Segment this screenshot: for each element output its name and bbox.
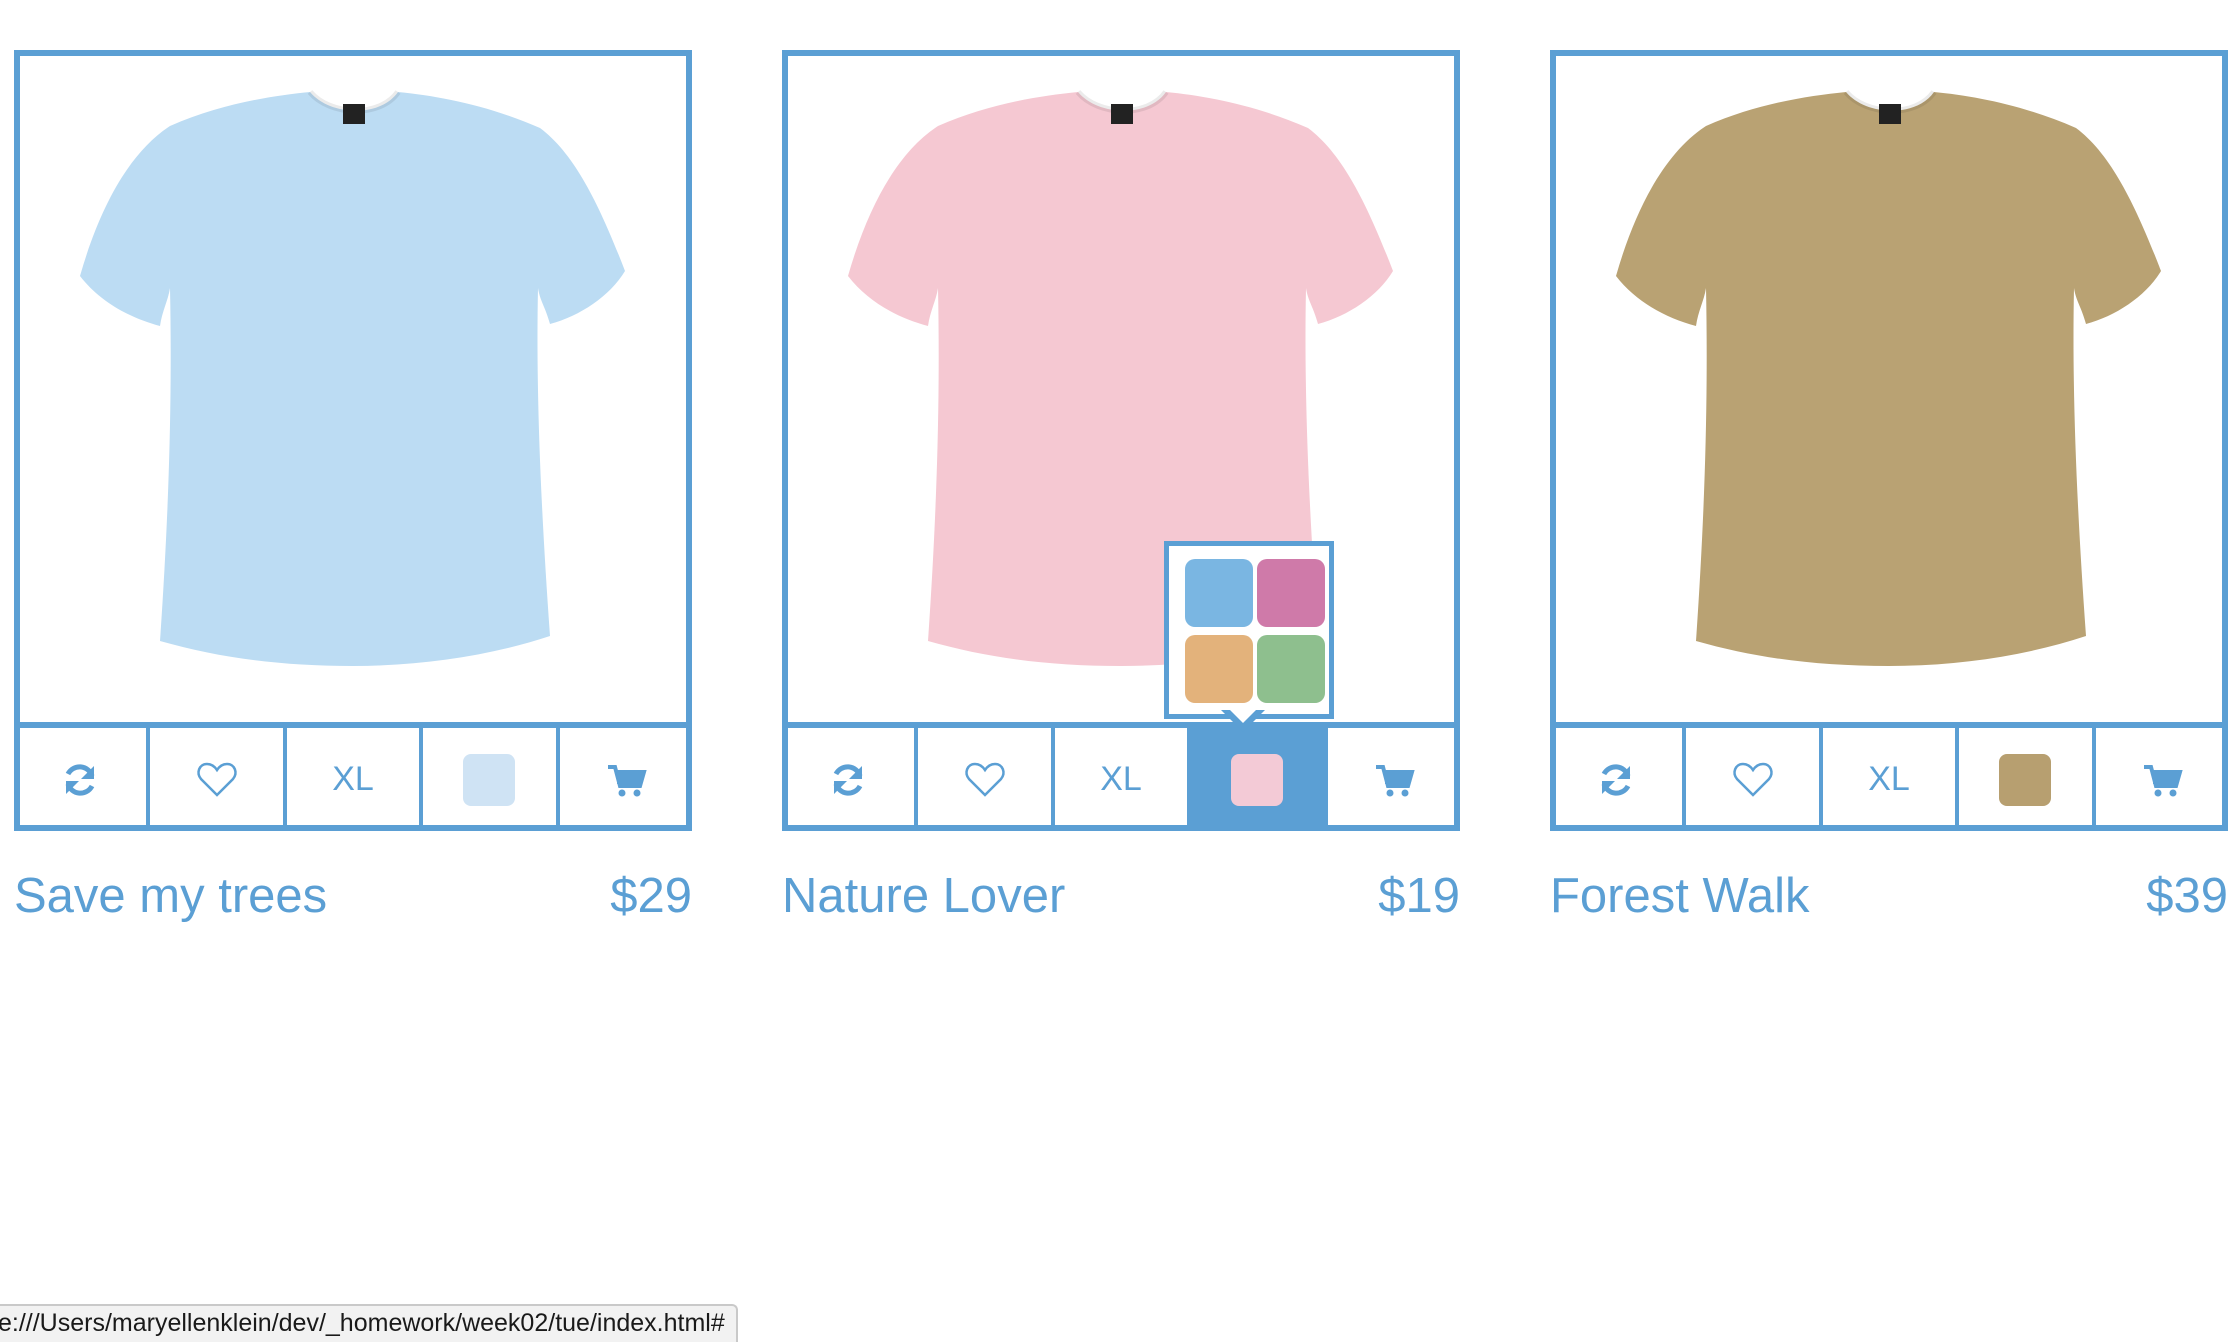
product-price: $39 — [2146, 869, 2228, 923]
refresh-button[interactable] — [14, 728, 151, 831]
heart-icon — [1732, 762, 1773, 797]
refresh-icon — [65, 763, 95, 796]
color-swatch — [1999, 753, 2052, 806]
product-toolbar: XL — [1550, 722, 2228, 831]
status-url: e:///Users/maryellenklein/dev/_homework/… — [0, 1309, 725, 1337]
product-toolbar: XL — [14, 722, 692, 831]
product-image[interactable] — [788, 56, 1454, 722]
page: XL Save my trees $29 XL Nature Lover $19… — [0, 0, 2240, 1342]
favorite-button[interactable] — [918, 728, 1055, 831]
favorite-button[interactable] — [150, 728, 287, 831]
product-price: $19 — [1378, 869, 1460, 923]
size-label: XL — [1100, 760, 1142, 798]
color-button[interactable] — [1959, 728, 2096, 831]
product-name[interactable]: Forest Walk — [1550, 868, 1810, 924]
cart-icon — [1375, 764, 1415, 796]
refresh-button[interactable] — [1550, 728, 1687, 831]
color-button[interactable] — [1191, 728, 1328, 831]
color-option-magenta[interactable] — [1257, 559, 1325, 627]
size-label: XL — [332, 760, 374, 798]
refresh-icon — [833, 763, 863, 796]
color-swatch — [1231, 753, 1284, 806]
product-caption: Save my trees $29 — [14, 868, 692, 938]
refresh-button[interactable] — [782, 728, 919, 831]
product-caption: Forest Walk $39 — [1550, 868, 2228, 938]
product-image[interactable] — [1556, 56, 2222, 722]
product-image[interactable] — [20, 56, 686, 722]
popup-pointer-fill — [1226, 706, 1260, 723]
add-to-cart-button[interactable] — [560, 728, 692, 831]
product-caption: Nature Lover $19 — [782, 868, 1460, 938]
product-toolbar: XL — [782, 722, 1460, 831]
add-to-cart-button[interactable] — [2096, 728, 2228, 831]
color-picker-popup — [1164, 541, 1334, 732]
color-option-blue[interactable] — [1185, 559, 1253, 627]
product-card: XL Forest Walk $39 — [1550, 50, 2228, 923]
tshirt-image — [1616, 89, 2161, 666]
refresh-icon — [1601, 763, 1631, 796]
color-swatch — [463, 753, 516, 806]
product-card: XL Save my trees $29 — [14, 50, 692, 923]
heart-icon — [196, 762, 237, 797]
heart-icon — [964, 762, 1005, 797]
cart-icon — [607, 764, 647, 796]
size-button[interactable]: XL — [1823, 728, 1960, 831]
add-to-cart-button[interactable] — [1328, 728, 1460, 831]
color-option-orange[interactable] — [1185, 635, 1253, 703]
favorite-button[interactable] — [1686, 728, 1823, 831]
browser-status-bar: e:///Users/maryellenklein/dev/_homework/… — [0, 1304, 738, 1342]
product-name[interactable]: Nature Lover — [782, 868, 1065, 924]
product-name[interactable]: Save my trees — [14, 868, 327, 924]
product-card: XL Nature Lover $19 — [782, 50, 1460, 923]
tshirt-image — [80, 89, 625, 666]
product-price: $29 — [610, 869, 692, 923]
size-label: XL — [1868, 760, 1910, 798]
size-button[interactable]: XL — [287, 728, 424, 831]
color-button[interactable] — [423, 728, 560, 831]
size-button[interactable]: XL — [1055, 728, 1192, 831]
tshirt-image — [848, 89, 1393, 666]
color-option-green[interactable] — [1257, 635, 1325, 703]
cart-icon — [2143, 764, 2183, 796]
